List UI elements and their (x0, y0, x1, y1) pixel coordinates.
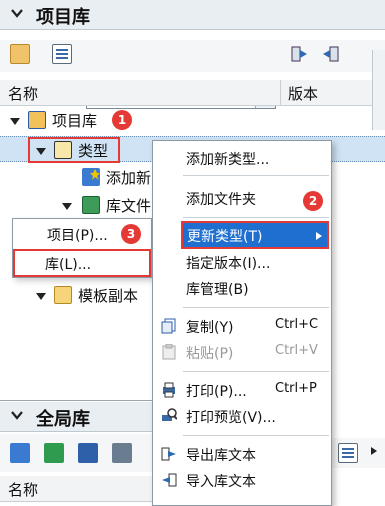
tree-label-types: 类型 (78, 142, 109, 160)
library-toolbar: 全部 (0, 40, 385, 109)
callout-badge-2: 2 (303, 191, 323, 211)
tree-label-root: 项目库 (52, 112, 98, 130)
menu-label: 打印(P)... (186, 384, 247, 400)
open-library-icon[interactable] (10, 44, 30, 64)
import-arrow-icon[interactable] (320, 44, 340, 64)
menu-shortcut: Ctrl+C (275, 317, 319, 332)
menu-label: 复制(Y) (186, 320, 234, 336)
menu-label: 添加新类型... (186, 152, 270, 168)
menu-item-add-folder[interactable]: 添加文件夹 2 (153, 185, 331, 211)
context-menu: 添加新类型... 添加文件夹 2 更新类型(T) 指定版本(I)... 库管理(… (152, 140, 332, 506)
menu-label: 导出库文本 (186, 448, 256, 464)
tree-expand-icon[interactable] (62, 201, 72, 211)
menu-item-paste[interactable]: 粘贴(P) Ctrl+V (153, 339, 331, 365)
library-icon (28, 111, 46, 129)
add-new-type-icon (82, 168, 100, 186)
close-library-icon[interactable] (112, 443, 132, 463)
adjacent-pane-edge (372, 50, 385, 130)
menu-label: 指定版本(I)... (186, 256, 271, 272)
menu-item-add-new-type[interactable]: 添加新类型... (153, 145, 331, 171)
global-library-header: 全局库 (0, 402, 152, 432)
right-toolbar-fragment (332, 438, 385, 468)
column-name[interactable]: 名称 (8, 83, 38, 104)
import-text-icon (162, 473, 177, 487)
print-preview-icon (162, 408, 177, 421)
type-folder-icon (54, 141, 72, 159)
chevron-down-icon[interactable] (10, 408, 24, 422)
menu-item-import-text[interactable]: 导入库文本 (153, 467, 331, 493)
print-icon (163, 382, 175, 398)
chevron-down-icon[interactable] (10, 6, 24, 20)
menu-label: 导入库文本 (186, 474, 256, 490)
global-column-header: 名称 (0, 476, 152, 502)
tree-expand-icon[interactable] (10, 116, 20, 126)
tree-expand-icon[interactable] (36, 291, 46, 301)
tree-label-lib-file: 库文件 (106, 197, 152, 215)
menu-item-print-preview[interactable]: 打印预览(V)... (153, 403, 331, 429)
chevron-right-icon[interactable] (370, 446, 378, 456)
global-library-toolbar (0, 434, 152, 472)
library-file-icon (82, 196, 100, 214)
template-folder-icon (54, 286, 72, 304)
open-global-library-icon[interactable] (44, 443, 64, 463)
chevron-right-icon (316, 232, 322, 240)
tree-row-template[interactable]: 模板副本 (0, 282, 152, 308)
menu-item-library-manage[interactable]: 库管理(B) (153, 275, 331, 301)
export-arrow-icon[interactable] (290, 44, 310, 64)
copy-icon (161, 318, 176, 334)
menu-label: 更新类型(T) (187, 229, 263, 245)
menu-item-update-type[interactable]: 更新类型(T) (181, 221, 329, 249)
column-name[interactable]: 名称 (8, 479, 38, 500)
submenu-item-library[interactable]: 库(L)... (13, 249, 151, 277)
save-library-icon[interactable] (78, 443, 98, 463)
menu-label: 添加文件夹 (186, 192, 256, 208)
export-text-icon (161, 447, 176, 461)
list-view-icon[interactable] (338, 443, 358, 463)
column-header: 名称 版本 (0, 80, 385, 106)
menu-item-print[interactable]: 打印(P)... Ctrl+P (153, 377, 331, 403)
list-view-icon[interactable] (52, 44, 72, 64)
panel-title: 项目库 (36, 7, 90, 28)
tree-label-template: 模板副本 (78, 287, 139, 305)
menu-label: 库管理(B) (186, 282, 249, 298)
callout-badge-3: 3 (121, 224, 141, 244)
submenu-label-library: 库(L)... (45, 257, 92, 273)
submenu-item-project[interactable]: 项目(P)... 3 (13, 221, 151, 247)
menu-label: 粘贴(P) (186, 346, 234, 362)
column-version[interactable]: 版本 (288, 83, 318, 104)
project-library-header: 项目库 (0, 0, 385, 30)
tree-row-root[interactable]: 项目库 1 (0, 107, 385, 133)
menu-shortcut: Ctrl+P (275, 381, 317, 396)
callout-badge-1: 1 (112, 110, 132, 130)
menu-item-assign-version[interactable]: 指定版本(I)... (153, 249, 331, 275)
tree-label-add-new: 添加新 (106, 169, 152, 187)
tree-expand-icon[interactable] (36, 146, 46, 156)
new-global-library-icon[interactable] (10, 443, 30, 463)
menu-label: 打印预览(V)... (186, 410, 276, 426)
menu-item-export-text[interactable]: 导出库文本 (153, 441, 331, 467)
menu-item-copy[interactable]: 复制(Y) Ctrl+C (153, 313, 331, 339)
tree-row-add-new[interactable]: 添加新 (0, 164, 152, 190)
tree-row-lib-file[interactable]: 库文件 (0, 192, 152, 218)
submenu-label-project: 项目(P)... (47, 228, 108, 244)
panel-title: 全局库 (36, 409, 90, 430)
update-type-submenu: 项目(P)... 3 库(L)... (12, 218, 152, 278)
paste-icon (162, 344, 176, 360)
menu-shortcut: Ctrl+V (275, 343, 318, 358)
